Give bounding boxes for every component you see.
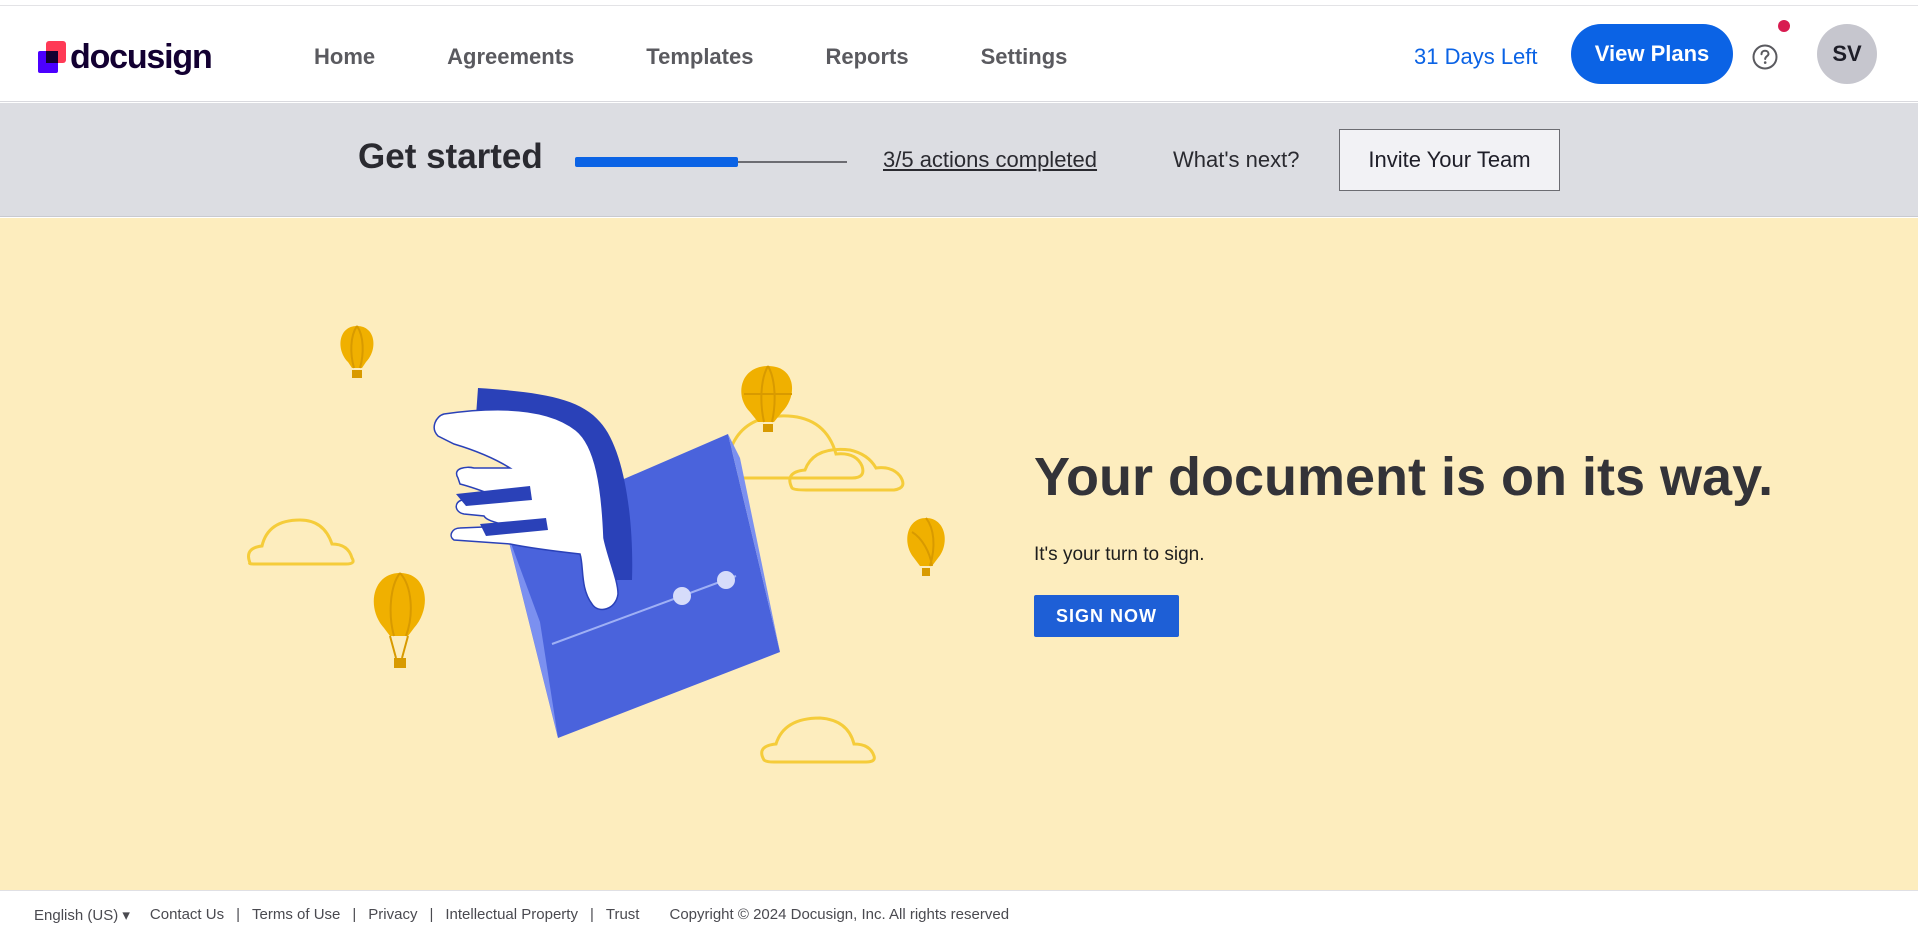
help-icon[interactable] <box>1752 44 1778 70</box>
footer-link-contact[interactable]: Contact Us <box>150 906 224 923</box>
footer-link-ip[interactable]: Intellectual Property <box>445 906 578 923</box>
language-label: English (US) <box>34 906 119 924</box>
onboarding-progress-bar <box>575 157 847 167</box>
user-avatar[interactable]: SV <box>1817 24 1877 84</box>
top-header: docusign Home Agreements Templates Repor… <box>0 6 1918 102</box>
nav-item-agreements[interactable]: Agreements <box>447 36 574 78</box>
progress-fill <box>575 157 739 167</box>
hero-subtitle: It's your turn to sign. <box>1034 544 1205 565</box>
envelope-illustration <box>247 325 945 764</box>
footer-separator: | <box>236 906 241 923</box>
docusign-logo[interactable]: docusign <box>38 36 213 78</box>
hot-air-balloon-icon <box>340 325 374 378</box>
hero-title: Your document is on its way. <box>1034 447 1774 507</box>
logo-text: docusign <box>70 37 213 76</box>
nav-item-templates[interactable]: Templates <box>646 36 753 78</box>
nav-item-reports[interactable]: Reports <box>825 36 908 78</box>
get-started-title: Get started <box>358 137 543 176</box>
get-started-banner: Get started 3/5 actions completed What's… <box>0 103 1918 217</box>
hot-air-balloon-icon <box>373 572 425 668</box>
hot-air-balloon-icon <box>907 517 945 576</box>
notification-dot <box>1778 20 1790 32</box>
sign-now-button[interactable]: SIGN NOW <box>1034 595 1179 637</box>
hero-section: Your document is on its way. It's your t… <box>0 218 1918 890</box>
main-nav: Home Agreements Templates Reports Settin… <box>314 36 1139 78</box>
nav-item-home[interactable]: Home <box>314 36 375 78</box>
footer-link-trust[interactable]: Trust <box>606 906 640 923</box>
footer-separator: | <box>429 906 434 923</box>
logo-mark-icon <box>38 41 66 73</box>
footer-link-terms[interactable]: Terms of Use <box>252 906 340 923</box>
language-selector[interactable]: English (US) ▾ <box>34 906 130 924</box>
footer-link-privacy[interactable]: Privacy <box>368 906 417 923</box>
footer-separator: | <box>589 906 594 923</box>
cloud-icon <box>760 716 876 764</box>
view-plans-button[interactable]: View Plans <box>1571 24 1733 84</box>
footer-separator: | <box>352 906 357 923</box>
whats-next-label: What's next? <box>1173 147 1300 172</box>
invite-team-button[interactable]: Invite Your Team <box>1339 129 1560 191</box>
caret-down-icon: ▾ <box>122 906 130 924</box>
cloud-icon <box>247 518 355 566</box>
copyright-text: Copyright © 2024 Docusign, Inc. All righ… <box>669 906 1010 923</box>
hot-air-balloon-icon <box>741 365 793 432</box>
page-footer: English (US) ▾ Contact Us | Terms of Use… <box>0 890 1918 938</box>
nav-item-settings[interactable]: Settings <box>981 36 1068 78</box>
trial-days-link[interactable]: 31 Days Left <box>1414 36 1538 78</box>
actions-completed-link[interactable]: 3/5 actions completed <box>883 147 1097 173</box>
